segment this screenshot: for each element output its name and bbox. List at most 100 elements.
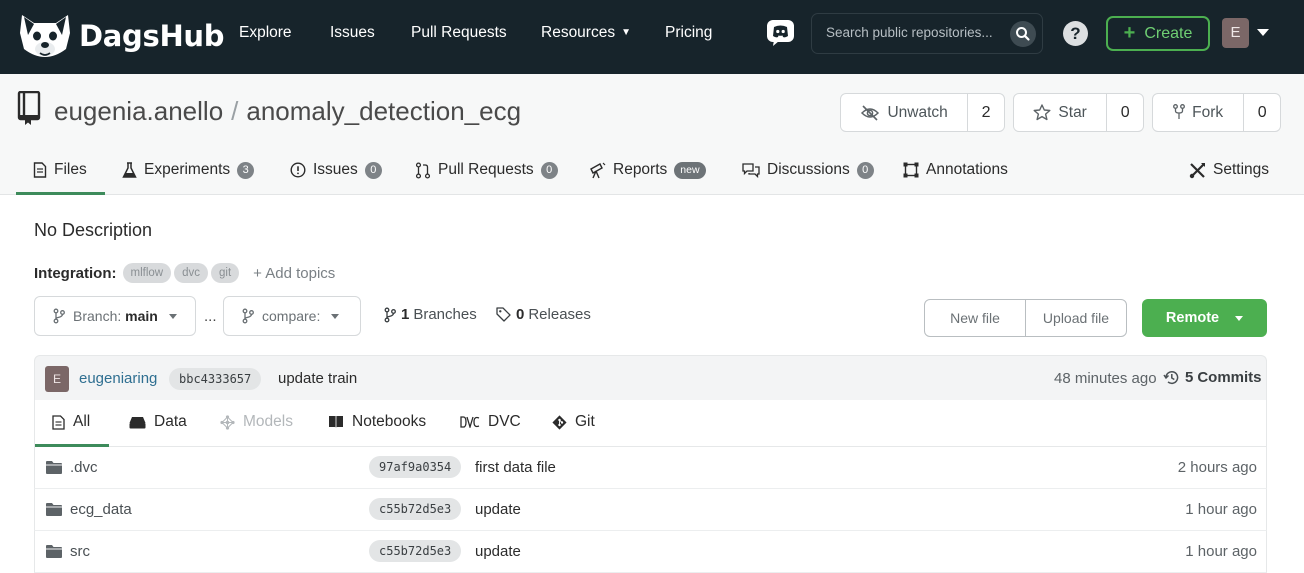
nav-issues[interactable]: Issues — [330, 24, 375, 42]
topic-chip-dvc[interactable]: dvc — [174, 263, 208, 283]
branches-label: Branches — [413, 306, 477, 323]
pull-request-icon — [415, 161, 431, 179]
tab-discussions[interactable]: Discussions 0 — [742, 161, 874, 179]
file-tab-git-label: Git — [575, 413, 595, 430]
fork-count[interactable]: 0 — [1244, 94, 1280, 131]
file-tab-models[interactable]: Models — [220, 413, 293, 431]
fork-label: Fork — [1192, 103, 1224, 121]
commit-author-link[interactable]: eugeniaring — [79, 370, 157, 387]
chevron-down-icon: ▼ — [621, 27, 631, 38]
tab-experiments-label: Experiments — [144, 161, 231, 178]
branches-link[interactable]: 1 Branches — [384, 306, 477, 323]
star-count[interactable]: 0 — [1107, 94, 1143, 131]
create-button-label: Create — [1144, 24, 1193, 42]
tab-files[interactable]: Files — [33, 161, 87, 179]
eye-slash-icon — [861, 104, 880, 121]
tab-settings[interactable]: Settings — [1189, 161, 1269, 179]
file-tab-notebooks[interactable]: Notebooks — [328, 413, 426, 431]
folder-icon — [46, 545, 62, 558]
tab-reports[interactable]: Reports new — [589, 161, 706, 179]
remote-button[interactable]: Remote — [1142, 299, 1267, 337]
file-tab-git[interactable]: Git — [552, 413, 595, 431]
releases-link[interactable]: 0 Releases — [496, 306, 591, 323]
new-file-button[interactable]: New file — [925, 300, 1025, 336]
commit-sha-chip[interactable]: bbc4333657 — [169, 368, 262, 390]
tab-issues[interactable]: Issues 0 — [290, 161, 382, 179]
latest-commit-bar: E eugeniaring bbc4333657 update train 48… — [34, 355, 1267, 400]
commits-label: Commits — [1197, 369, 1262, 386]
branch-prefix: Branch: — [73, 308, 122, 324]
releases-label: Releases — [528, 306, 591, 323]
file-name-link[interactable]: ecg_data — [70, 501, 132, 518]
add-topics-link[interactable]: + Add topics — [253, 265, 335, 282]
star-button[interactable]: Star — [1014, 94, 1108, 131]
search-button[interactable] — [1010, 21, 1036, 47]
file-name-link[interactable]: src — [70, 543, 90, 560]
tag-icon — [496, 307, 511, 322]
repo-path-separator: / — [231, 96, 239, 126]
nav-pull-requests[interactable]: Pull Requests — [411, 24, 507, 42]
dvc-logo-icon — [460, 416, 480, 428]
file-tab-all[interactable]: All — [52, 413, 90, 431]
file-commit-sha-chip[interactable]: c55b72d5e3 — [369, 498, 462, 520]
tab-experiments[interactable]: Experiments 3 — [122, 161, 255, 179]
file-type-tabs: All Data Models Notebooks DVC Git — [34, 400, 1267, 447]
branch-selector[interactable]: Branch: main — [34, 296, 196, 336]
compare-ellipsis: ... — [204, 308, 217, 325]
file-tab-dvc-label: DVC — [488, 413, 521, 430]
integration-label: Integration: — [34, 264, 117, 282]
upload-file-button[interactable]: Upload file — [1025, 300, 1126, 336]
nav-pricing[interactable]: Pricing — [665, 24, 712, 42]
file-commit-sha-chip[interactable]: c55b72d5e3 — [369, 540, 462, 562]
repo-description: No Description — [34, 220, 153, 240]
file-row-ecg-data[interactable]: ecg_data c55b72d5e3 update 1 hour ago — [34, 489, 1267, 531]
chevron-down-icon — [168, 313, 177, 319]
tab-issues-label: Issues — [313, 161, 358, 178]
file-commit-sha-chip[interactable]: 97af9a0354 — [369, 456, 462, 478]
user-avatar[interactable]: E — [1222, 18, 1249, 48]
file-row-dvc[interactable]: .dvc 97af9a0354 first data file 2 hours … — [34, 447, 1267, 489]
file-row-src[interactable]: src c55b72d5e3 update 1 hour ago — [34, 531, 1267, 573]
search-input[interactable] — [826, 25, 1006, 40]
commits-count: 5 — [1185, 369, 1194, 386]
compare-selector[interactable]: compare: — [223, 296, 361, 336]
unwatch-button[interactable]: Unwatch — [841, 94, 969, 131]
file-commit-message[interactable]: update — [475, 501, 521, 518]
repo-book-icon — [17, 91, 41, 125]
file-list: .dvc 97af9a0354 first data file 2 hours … — [34, 447, 1267, 573]
dagshub-logo[interactable]: DagsHub — [16, 9, 225, 63]
file-tab-data-label: Data — [154, 413, 187, 430]
commit-message[interactable]: update train — [278, 370, 357, 387]
file-commit-time: 1 hour ago — [1185, 501, 1257, 518]
watch-count[interactable]: 2 — [968, 94, 1004, 131]
nav-explore[interactable]: Explore — [239, 24, 292, 42]
reports-new-badge: new — [674, 161, 706, 179]
file-commit-message[interactable]: update — [475, 543, 521, 560]
nav-resources[interactable]: Resources ▼ — [541, 24, 631, 42]
discord-icon[interactable] — [766, 18, 795, 47]
repo-owner-link[interactable]: eugenia.anello — [54, 96, 223, 126]
tab-annotations[interactable]: Annotations — [903, 161, 1008, 179]
repo-header: eugenia.anello / anomaly_detection_ecg Unw… — [0, 74, 1304, 195]
file-icon — [52, 414, 65, 430]
hard-drive-icon — [129, 416, 146, 428]
file-commit-message[interactable]: first data file — [475, 459, 556, 476]
user-menu-caret-icon[interactable] — [1257, 29, 1269, 36]
plus-icon: + — [1123, 22, 1136, 44]
create-button[interactable]: + Create — [1106, 16, 1210, 51]
watch-group: Unwatch 2 — [840, 93, 1005, 132]
topic-chip-mlflow[interactable]: mlflow — [122, 263, 172, 283]
file-tab-data[interactable]: Data — [129, 413, 187, 431]
fork-button[interactable]: Fork — [1153, 94, 1245, 131]
star-group: Star 0 — [1013, 93, 1144, 132]
repo-name-link[interactable]: anomaly_detection_ecg — [246, 96, 521, 126]
commits-link[interactable]: 5 Commits — [1163, 369, 1266, 386]
file-name-link[interactable]: .dvc — [70, 459, 98, 476]
topic-chip-git[interactable]: git — [211, 263, 240, 283]
commit-author-avatar[interactable]: E — [45, 366, 69, 392]
help-icon[interactable]: ? — [1063, 21, 1088, 46]
tab-pull-requests[interactable]: Pull Requests 0 — [415, 161, 558, 179]
experiments-count-badge: 3 — [237, 161, 255, 179]
file-tab-models-label: Models — [243, 413, 293, 430]
file-tab-dvc[interactable]: DVC — [460, 413, 521, 431]
